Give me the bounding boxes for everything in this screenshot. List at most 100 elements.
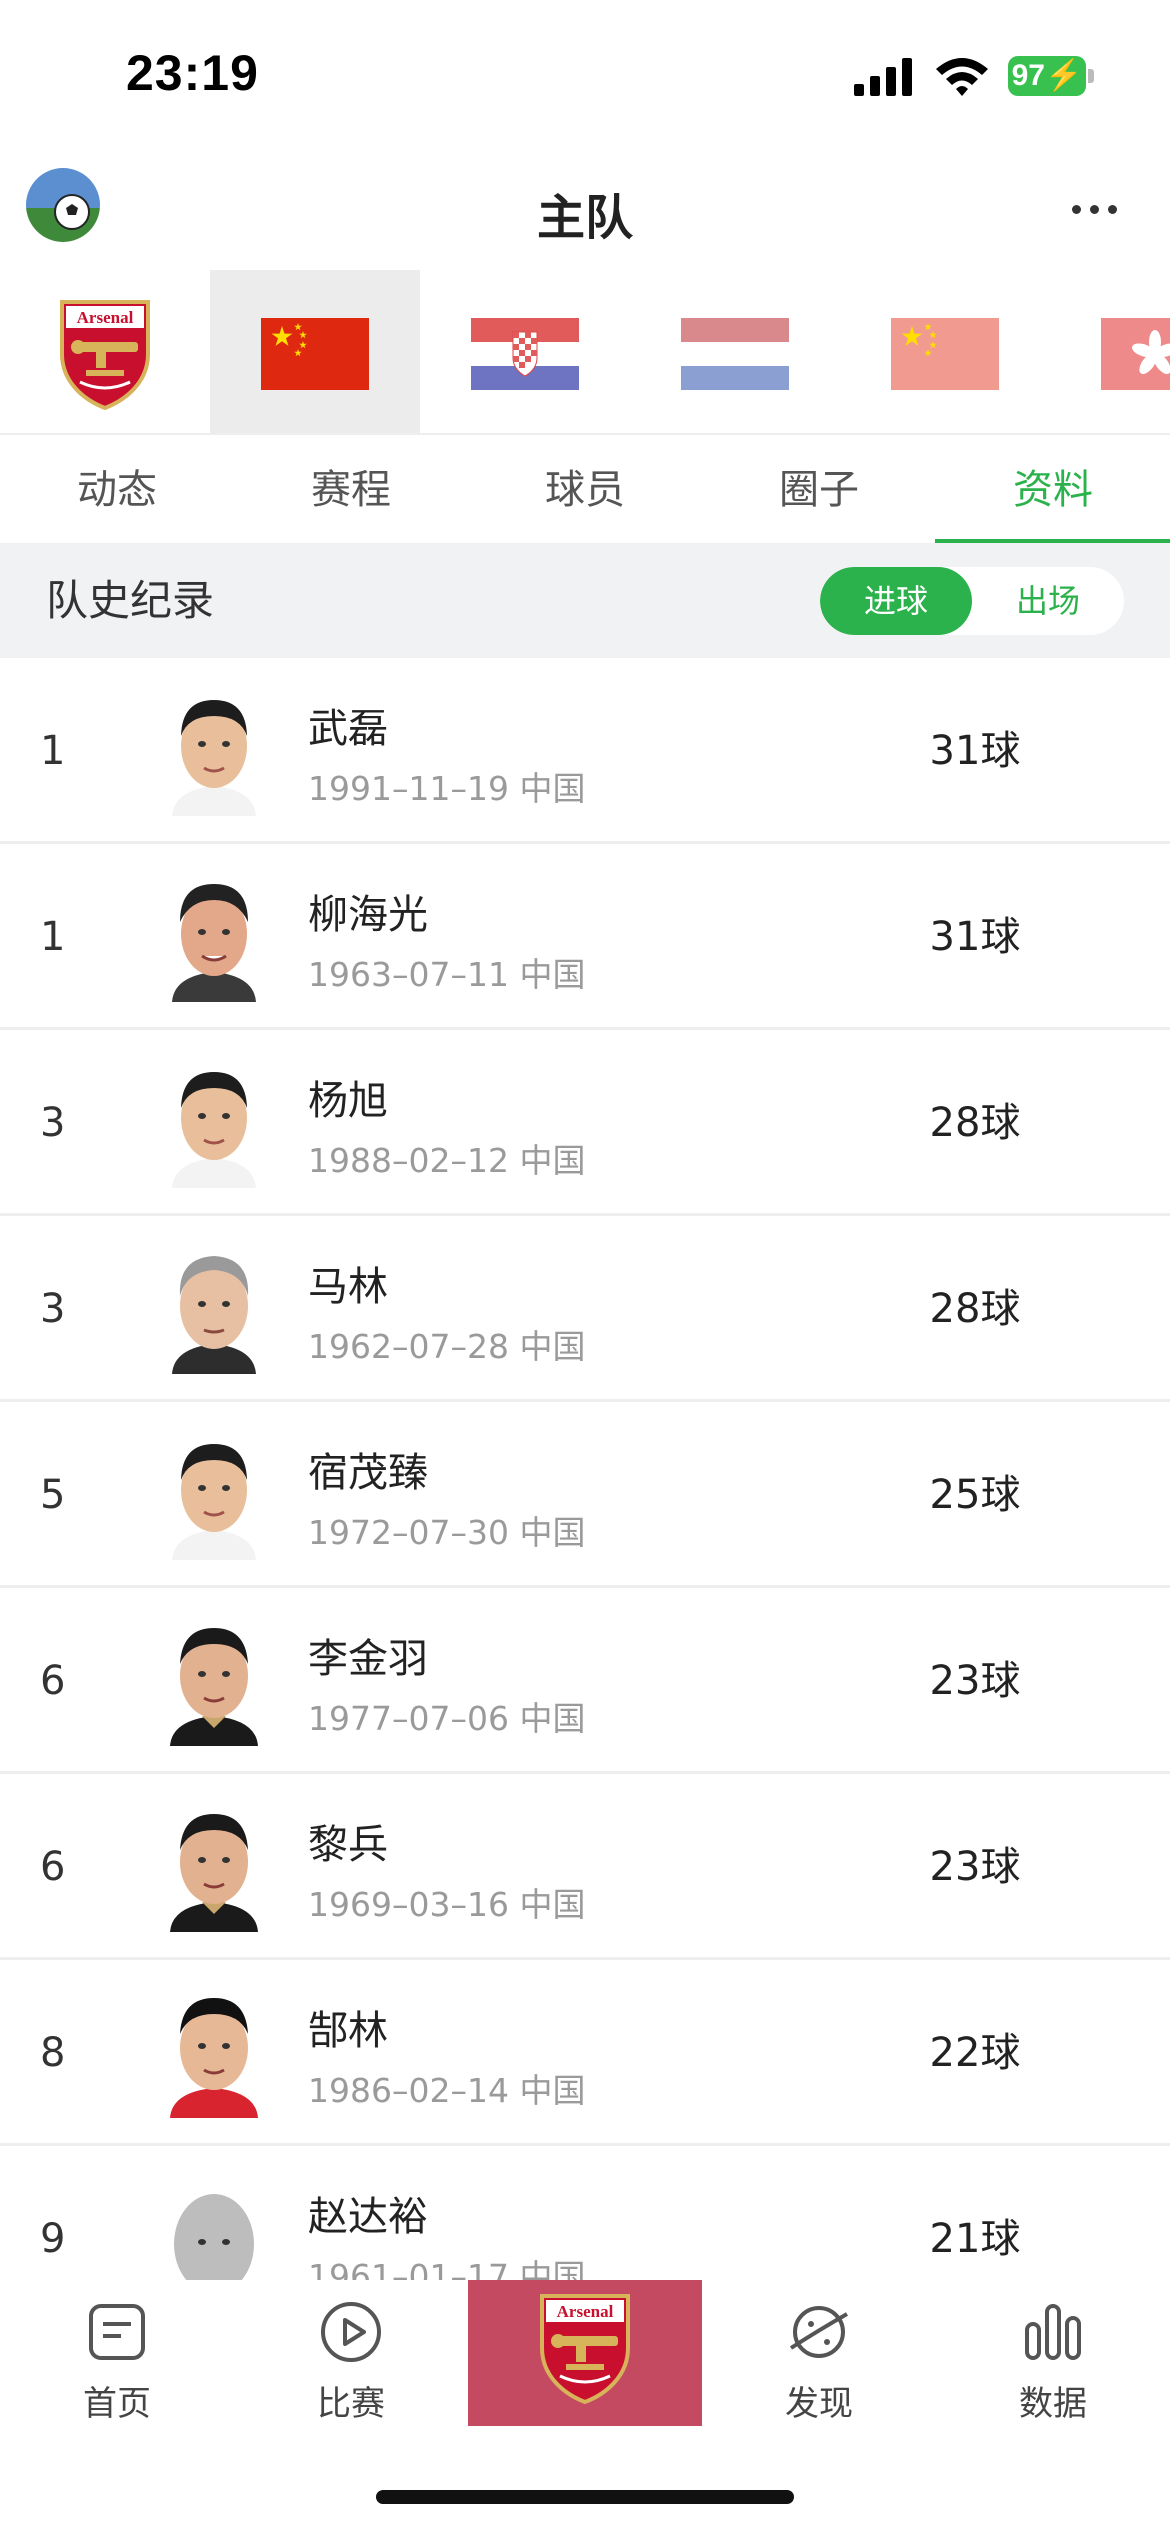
player-name: 黎兵 (308, 1822, 388, 1868)
player-info: 1991–11–19 中国 (308, 769, 586, 808)
list-item[interactable]: 6 李金羽 1977–07–06 中国 23球 (0, 1588, 1170, 1774)
player-photo (164, 1616, 264, 1746)
tab-community[interactable]: 圈子 (702, 437, 936, 543)
team-item-china[interactable] (210, 270, 420, 433)
croatia-flag-icon (471, 318, 579, 390)
toggle-goals[interactable]: 进球 (820, 567, 972, 635)
toggle-appearances[interactable]: 出场 (972, 567, 1124, 635)
player-photo (164, 1802, 264, 1932)
planet-icon (789, 2306, 848, 2358)
nav-matches[interactable]: 比赛 (234, 2280, 468, 2430)
list-item[interactable]: 5 宿茂臻 1972–07–30 中国 25球 (0, 1402, 1170, 1588)
hongkong-flag-icon (1101, 318, 1170, 390)
tab-schedule[interactable]: 赛程 (234, 437, 468, 543)
rank: 9 (40, 2216, 66, 2262)
player-photo (164, 872, 264, 1002)
nav-center-team[interactable] (468, 2280, 702, 2426)
rank: 3 (40, 1286, 66, 1332)
nav-data-label: 数据 (1019, 2384, 1087, 2424)
play-circle-icon (321, 2302, 381, 2362)
player-name: 武磊 (308, 706, 388, 752)
list-item[interactable]: 9 赵达裕 1961–01–17 中国 21球 (0, 2146, 1170, 2280)
rank: 6 (40, 1844, 66, 1890)
list-item[interactable]: 3 马林 1962–07–28 中国 28球 (0, 1216, 1170, 1402)
player-name: 李金羽 (308, 1636, 428, 1682)
goal-count: 21球 (929, 2216, 1021, 2262)
tab-players[interactable]: 球员 (468, 437, 702, 543)
player-photo (164, 1244, 264, 1374)
player-list: 1 武磊 1991–11–19 中国 31球 1 柳海光 1963–07–11 … (0, 658, 1170, 2280)
nav-header: 主队 (0, 150, 1170, 270)
nav-discover[interactable]: 发现 (702, 2280, 936, 2430)
player-info: 1969–03–16 中国 (308, 1885, 586, 1924)
player-photo (164, 1988, 264, 2118)
status-time: 23:19 (126, 45, 259, 101)
more-dots-icon[interactable] (1060, 178, 1130, 238)
cellular-signal-icon (854, 58, 912, 96)
goal-count: 28球 (929, 1286, 1021, 1332)
goal-count: 31球 (929, 728, 1021, 774)
team-item-netherlands[interactable] (630, 270, 840, 433)
netherlands-flag-icon (681, 318, 789, 390)
player-name: 赵达裕 (308, 2194, 428, 2240)
player-photo (164, 1058, 264, 1188)
player-name: 郜林 (308, 2008, 388, 2054)
battery-level: 97 (1011, 59, 1045, 92)
battery-tip (1088, 69, 1094, 83)
stat-toggle: 进球 出场 (820, 567, 1124, 635)
goal-count: 23球 (929, 1844, 1021, 1890)
nav-discover-label: 发现 (785, 2384, 853, 2424)
section-title: 队史纪录 (46, 576, 215, 625)
team-item-arsenal[interactable] (0, 270, 210, 435)
player-photo (164, 2174, 264, 2280)
list-item[interactable]: 1 柳海光 1963–07–11 中国 31球 (0, 844, 1170, 1030)
rank: 8 (40, 2030, 66, 2076)
player-info: 1986–02–14 中国 (308, 2071, 586, 2110)
team-item-hongkong[interactable] (1050, 270, 1170, 433)
player-info: 1977–07–06 中国 (308, 1699, 586, 1738)
team-item-croatia[interactable] (420, 270, 630, 433)
home-indicator (376, 2490, 794, 2504)
player-name: 杨旭 (308, 1078, 388, 1124)
china-flag-icon (261, 318, 369, 390)
player-info: 1963–07–11 中国 (308, 955, 586, 994)
tab-info[interactable]: 资料 (936, 437, 1170, 543)
goal-count: 22球 (929, 2030, 1021, 2076)
player-info: 1962–07–28 中国 (308, 1327, 586, 1366)
list-item[interactable]: 6 黎兵 1969–03–16 中国 23球 (0, 1774, 1170, 1960)
goal-count: 31球 (929, 914, 1021, 960)
nav-data[interactable]: 数据 (936, 2280, 1170, 2430)
nav-matches-label: 比赛 (317, 2384, 385, 2424)
arsenal-crest-icon (536, 2292, 634, 2404)
player-name: 马林 (308, 1264, 388, 1310)
bar-chart-icon (1025, 2304, 1081, 2360)
rank: 1 (40, 728, 66, 774)
battery-indicator: 97⚡ (1008, 56, 1086, 96)
team-strip (0, 270, 1170, 435)
status-bar: 23:19 97⚡ (0, 0, 1170, 150)
goal-count: 25球 (929, 1472, 1021, 1518)
player-name: 宿茂臻 (308, 1450, 428, 1496)
player-info: 1988–02–12 中国 (308, 1141, 586, 1180)
player-info: 1972–07–30 中国 (308, 1513, 586, 1552)
arsenal-crest-icon (56, 298, 154, 410)
section-header: 队史纪录 进球 出场 (0, 543, 1170, 658)
tab-bar: 动态 赛程 球员 圈子 资料 (0, 437, 1170, 543)
rank: 5 (40, 1472, 66, 1518)
nav-home[interactable]: 首页 (0, 2280, 234, 2430)
home-doc-icon (89, 2304, 145, 2360)
wifi-icon (936, 58, 988, 96)
china-flag-icon (891, 318, 999, 390)
list-item[interactable]: 8 郜林 1986–02–14 中国 22球 (0, 1960, 1170, 2146)
list-item[interactable]: 1 武磊 1991–11–19 中国 31球 (0, 658, 1170, 844)
list-item[interactable]: 3 杨旭 1988–02–12 中国 28球 (0, 1030, 1170, 1216)
team-item-china-2[interactable] (840, 270, 1050, 433)
page-title: 主队 (536, 190, 633, 246)
rank: 1 (40, 914, 66, 960)
goal-count: 23球 (929, 1658, 1021, 1704)
player-photo (164, 686, 264, 816)
tab-news[interactable]: 动态 (0, 437, 234, 543)
player-photo (164, 1430, 264, 1560)
player-info: 1961–01–17 中国 (308, 2257, 586, 2280)
nav-home-label: 首页 (83, 2384, 151, 2424)
